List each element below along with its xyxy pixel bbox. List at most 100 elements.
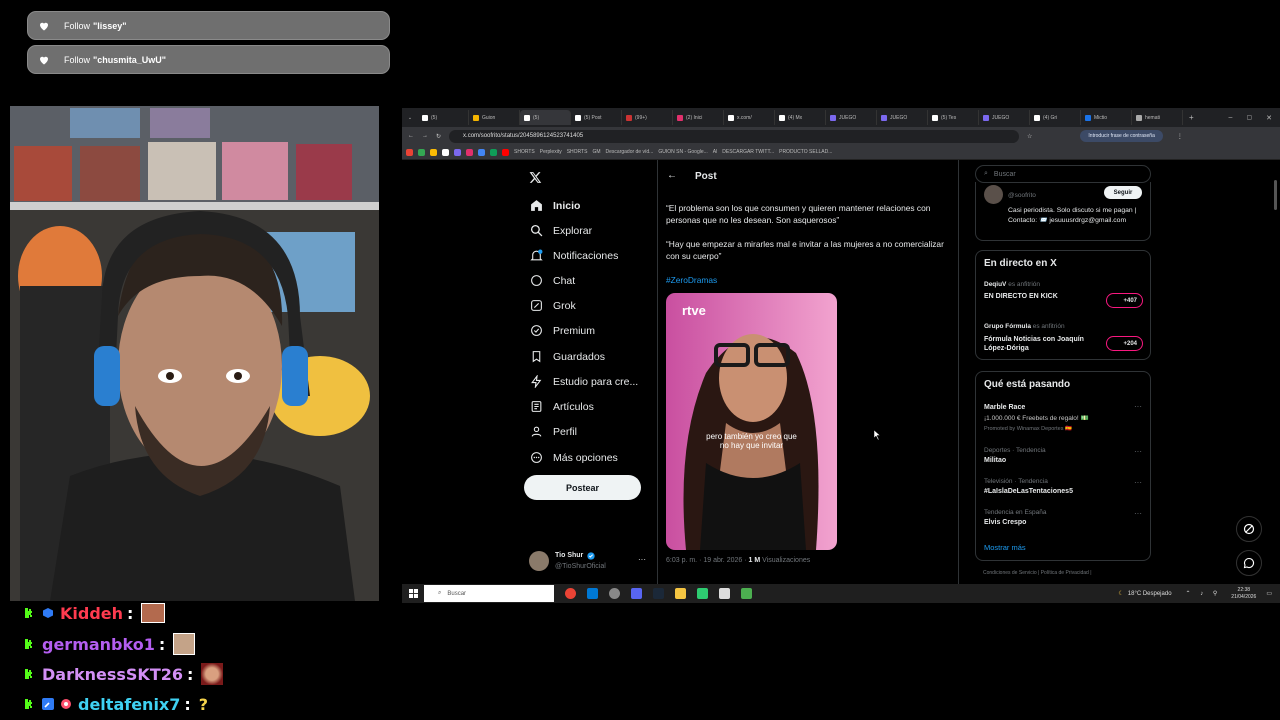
close-window-button[interactable]: ✕ [1266, 114, 1272, 122]
steam-icon[interactable] [653, 588, 664, 599]
obs-icon[interactable] [609, 588, 620, 599]
bookmark-item[interactable]: Descargador de víd... [606, 149, 654, 155]
browser-tab[interactable]: (4) Mx [775, 110, 826, 125]
trend-name[interactable]: Marble Race [984, 404, 1025, 411]
minimize-button[interactable]: – [1229, 114, 1233, 121]
bookmark-icon[interactable] [466, 148, 473, 156]
sidebar-search-input[interactable]: ⌕ Buscar [975, 165, 1151, 183]
windows-start-icon[interactable] [409, 589, 418, 598]
back-icon[interactable]: ← [408, 133, 414, 139]
grok-float-button[interactable] [1236, 516, 1262, 542]
back-arrow-icon[interactable]: ← [667, 170, 677, 181]
live-host[interactable]: DeqiuV es anfitrión [984, 281, 1040, 288]
maximize-button[interactable]: ▢ [1246, 114, 1252, 121]
follow-button[interactable]: Seguir [1104, 186, 1142, 199]
url-field[interactable]: x.com/soofrito/status/204589612452374140… [449, 129, 1020, 143]
nav-notifications[interactable]: Notificaciones [530, 249, 618, 262]
discord-icon[interactable] [631, 588, 642, 599]
chat-username[interactable]: germanbko1 [42, 635, 155, 654]
browser-tab[interactable]: (2) Inici [673, 110, 724, 125]
bookmark-item[interactable]: GM [592, 149, 600, 155]
folder-icon[interactable] [675, 588, 686, 599]
bookmark-icon[interactable] [478, 148, 485, 156]
bookmark-star-icon[interactable]: ☆ [1027, 133, 1032, 140]
bookmark-icon[interactable] [454, 148, 461, 156]
bookmark-item[interactable]: DESCARGAR TWITT... [722, 149, 774, 155]
menu-icon[interactable]: ⋮ [1177, 133, 1183, 140]
avatar[interactable] [529, 551, 549, 571]
nav-profile[interactable]: Perfil [530, 425, 577, 438]
browser-tab[interactable]: (99+) [622, 110, 673, 125]
nav-articles[interactable]: Artículos [530, 400, 594, 413]
password-prompt[interactable]: Introducir frase de contraseña [1080, 130, 1163, 142]
browser-tab[interactable]: JUEGO [979, 110, 1030, 125]
nav-premium[interactable]: Premium [530, 324, 595, 337]
nav-explore[interactable]: Explorar [530, 224, 592, 237]
live-host[interactable]: Grupo Fórmula es anfitrión [984, 323, 1065, 330]
app-icon[interactable] [697, 588, 708, 599]
bookmark-item[interactable]: GUION SN - Google... [658, 149, 707, 155]
nav-grok[interactable]: Grok [530, 299, 576, 312]
x-logo-icon[interactable] [529, 171, 542, 184]
live-listeners-badge[interactable]: +204 [1106, 336, 1143, 351]
reload-icon[interactable]: ↻ [436, 133, 441, 140]
app-icon[interactable] [741, 588, 752, 599]
trend-more-icon[interactable]: ··· [1134, 447, 1142, 456]
browser-tab[interactable]: (4) Gri [1030, 110, 1081, 125]
messages-float-button[interactable] [1236, 550, 1262, 576]
browser-tab[interactable]: JUEGO [877, 110, 928, 125]
new-tab-button[interactable]: + [1189, 113, 1194, 122]
tweet-video[interactable]: rtve pero también yo creo que no hay que… [666, 293, 837, 550]
post-button[interactable]: Postear [524, 475, 641, 500]
chrome-icon[interactable] [565, 588, 576, 599]
bookmark-item[interactable]: Al [713, 149, 717, 155]
trend-name[interactable]: Elvis Crespo [984, 519, 1026, 526]
bookmark-icon[interactable] [430, 148, 437, 156]
bookmark-item[interactable]: SHORTS [567, 149, 588, 155]
bookmark-icon[interactable] [502, 148, 509, 156]
live-title-2[interactable]: Fórmula Noticias con Joaquín López-Dórig… [984, 335, 1099, 353]
chat-username[interactable]: deltafenix7 [78, 695, 180, 714]
trend-more-icon[interactable]: ··· [1134, 402, 1142, 411]
browser-tab[interactable]: x.com/ [724, 110, 775, 125]
browser-tab[interactable]: Guion [469, 110, 520, 125]
bookmark-icon[interactable] [490, 148, 497, 156]
account-menu-icon[interactable]: ··· [638, 555, 646, 564]
nav-home[interactable]: Inicio [530, 199, 580, 212]
live-listeners-badge[interactable]: +407 [1106, 293, 1143, 308]
browser-tab[interactable]: hemati [1132, 110, 1183, 125]
show-more-link[interactable]: Mostrar más [984, 543, 1026, 552]
nav-creator-studio[interactable]: Estudio para cre... [530, 375, 638, 388]
trend-more-icon[interactable]: ··· [1134, 478, 1142, 487]
bookmark-item[interactable]: Perplexity [540, 149, 562, 155]
notion-icon[interactable] [719, 588, 730, 599]
nav-bookmarks[interactable]: Guardados [530, 350, 605, 363]
tab-search-icon[interactable]: ⌄ [402, 115, 418, 121]
forward-icon[interactable]: → [422, 133, 428, 139]
taskbar-search-input[interactable]: ⌕ Buscar [424, 585, 554, 602]
hashtag-link[interactable]: #ZeroDramas [666, 275, 717, 285]
avatar[interactable] [984, 185, 1003, 204]
browser-tab[interactable]: (5) Tes [928, 110, 979, 125]
bookmark-icon[interactable] [418, 148, 425, 156]
scrollbar[interactable] [1274, 180, 1277, 210]
nav-more[interactable]: Más opciones [530, 451, 618, 464]
trend-name[interactable]: Militao [984, 457, 1006, 464]
chat-username[interactable]: DarknessSKT26 [42, 665, 183, 684]
browser-tab[interactable]: JUEGO [826, 110, 877, 125]
live-title-1[interactable]: EN DIRECTO EN KICK [984, 293, 1058, 300]
trend-more-icon[interactable]: ··· [1134, 509, 1142, 518]
bookmark-item[interactable]: SHORTS [514, 149, 535, 155]
bookmark-icon[interactable] [406, 148, 413, 156]
trend-name[interactable]: #LaIslaDeLasTentaciones5 [984, 488, 1073, 495]
bookmark-icon[interactable] [442, 148, 449, 156]
tray-icons[interactable]: ⌃ ♪ ⚲ [1186, 590, 1222, 597]
nav-chat[interactable]: Chat [530, 274, 575, 287]
weather-text[interactable]: 18°C Despejado [1128, 591, 1172, 597]
browser-tab[interactable]: Mictio [1081, 110, 1132, 125]
notification-icon[interactable]: ▭ [1266, 590, 1272, 597]
edge-icon[interactable] [587, 588, 598, 599]
chat-username[interactable]: Kiddeh [60, 604, 123, 623]
browser-tab[interactable]: (5) Post [571, 110, 622, 125]
clock[interactable]: 22:38 21/04/2026 [1231, 587, 1256, 601]
